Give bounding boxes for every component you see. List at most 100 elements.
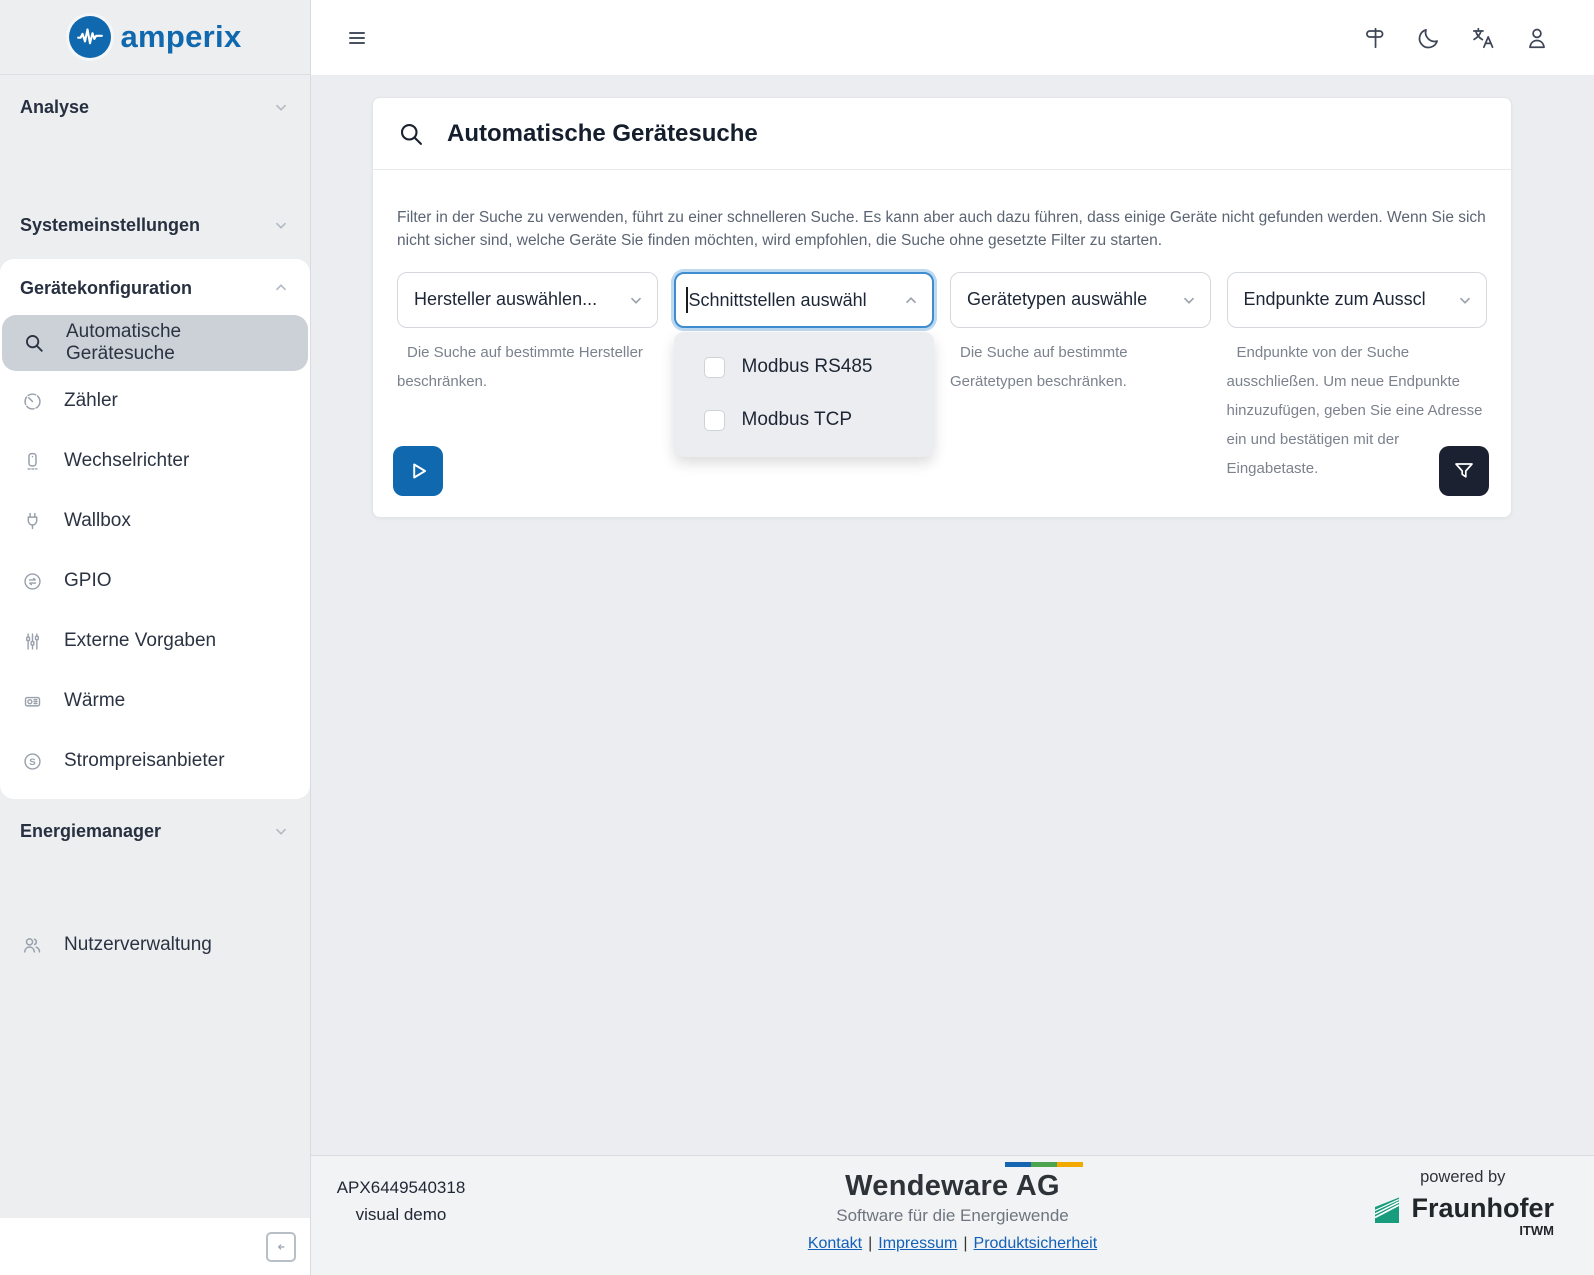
user-account-icon[interactable]: [1524, 25, 1550, 51]
text-cursor: [686, 287, 688, 313]
endpunkte-select[interactable]: Endpunkte zum Ausscl: [1227, 272, 1488, 328]
amperix-logo-icon: [69, 16, 111, 58]
chevron-down-icon: [627, 291, 645, 309]
modbus-tcp-checkbox[interactable]: [704, 410, 725, 431]
filter-settings-button[interactable]: [1439, 446, 1489, 496]
section-label: Analyse: [20, 97, 89, 118]
fraunhofer-logo-icon: [1371, 1194, 1403, 1226]
dark-mode-moon-icon[interactable]: [1416, 25, 1442, 51]
section-label: Energiemanager: [20, 821, 161, 842]
sidebar-item-label: GPIO: [64, 570, 112, 592]
device-mode: visual demo: [331, 1205, 471, 1225]
chevron-up-icon: [902, 291, 920, 309]
link-separator: |: [963, 1235, 967, 1252]
gpio-icon: [20, 569, 44, 593]
select-value: Endpunkte zum Ausscl: [1244, 289, 1426, 310]
chevron-down-icon: [272, 98, 290, 116]
sidebar-section-energiemanager[interactable]: Energiemanager: [0, 809, 310, 853]
svg-text:S: S: [29, 757, 36, 768]
users-icon: [20, 933, 44, 957]
sidebar-item-wechselrichter[interactable]: Wechselrichter: [0, 431, 310, 491]
modbus-rs485-checkbox[interactable]: [704, 357, 725, 378]
sidebar-item-wallbox[interactable]: Wallbox: [0, 491, 310, 551]
company-tagline: Software für die Energiewende: [803, 1206, 1103, 1226]
fraunhofer-logo: Fraunhofer ITWM: [1371, 1194, 1554, 1238]
powered-by-block: powered by Fraunhofer ITWM: [1371, 1168, 1554, 1238]
device-search-card: Automatische Gerätesuche Filter in der S…: [372, 97, 1512, 518]
option-modbus-rs485[interactable]: Modbus RS485: [674, 341, 935, 394]
sidebar-section-systemeinstellungen[interactable]: Systemeinstellungen: [0, 203, 310, 247]
sidebar-item-label: Zähler: [64, 390, 118, 412]
content-area: Automatische Gerätesuche Filter in der S…: [311, 75, 1594, 1155]
translate-icon[interactable]: [1470, 25, 1496, 51]
page-title: Automatische Gerätesuche: [447, 120, 758, 148]
sidebar-section-analyse[interactable]: Analyse: [0, 85, 310, 129]
sidebar-section-geraetekonfiguration[interactable]: Gerätekonfiguration: [0, 259, 310, 309]
option-label: Modbus TCP: [742, 409, 853, 431]
option-label: Modbus RS485: [742, 356, 873, 378]
sliders-icon: [20, 629, 44, 653]
partner-sub: ITWM: [1519, 1223, 1554, 1238]
logo-text: amperix: [121, 19, 242, 55]
topbar-icons: [1362, 25, 1550, 51]
company-block: Wendeware AG Software für die Energiewen…: [803, 1162, 1103, 1253]
sidebar-item-label: Nutzerverwaltung: [64, 934, 212, 956]
card-body: Filter in der Suche zu verwenden, führt …: [373, 170, 1511, 483]
collapse-sidebar-button[interactable]: [266, 1232, 296, 1262]
chevron-down-icon: [272, 216, 290, 234]
hersteller-select[interactable]: Hersteller auswählen...: [397, 272, 658, 328]
hamburger-menu-icon[interactable]: [345, 26, 369, 50]
sidebar-item-waerme[interactable]: Wärme: [0, 671, 310, 731]
chevron-down-icon: [1180, 291, 1198, 309]
link-impressum[interactable]: Impressum: [878, 1235, 957, 1252]
geraetetypen-select[interactable]: Gerätetypen auswähle: [950, 272, 1211, 328]
sidebar-item-externe-vorgaben[interactable]: Externe Vorgaben: [0, 611, 310, 671]
sidebar-item-label: Wallbox: [64, 510, 131, 532]
sidebar-item-strompreisanbieter[interactable]: S Strompreisanbieter: [0, 731, 310, 791]
schnittstellen-dropdown-panel: Modbus RS485 Modbus TCP: [674, 332, 935, 457]
plug-icon: [20, 509, 44, 533]
brand-color-bar: [1005, 1162, 1083, 1167]
sidebar-item-gpio[interactable]: GPIO: [0, 551, 310, 611]
powered-by-label: powered by: [1371, 1168, 1554, 1187]
sidebar-item-label: Automatische Gerätesuche: [66, 321, 294, 365]
chevron-down-icon: [1456, 291, 1474, 309]
device-info: APX6449540318 visual demo: [331, 1178, 471, 1225]
chevron-down-icon: [272, 822, 290, 840]
price-icon: S: [20, 749, 44, 773]
section-label: Systemeinstellungen: [20, 215, 200, 236]
select-value: Gerätetypen auswähle: [967, 289, 1147, 310]
partner-name: Fraunhofer: [1411, 1194, 1554, 1222]
topbar: [311, 0, 1594, 75]
sidebar-item-automatische-geraetesuche[interactable]: Automatische Gerätesuche: [2, 315, 308, 371]
signpost-icon[interactable]: [1362, 25, 1388, 51]
link-separator: |: [868, 1235, 872, 1252]
schnittstellen-select[interactable]: Schnittstellen auswähl: [674, 272, 935, 328]
inverter-icon: [20, 449, 44, 473]
start-search-button[interactable]: [393, 446, 443, 496]
sidebar-item-label: Wechselrichter: [64, 450, 189, 472]
link-kontakt[interactable]: Kontakt: [808, 1235, 862, 1252]
sidebar-item-zaehler[interactable]: Zähler: [0, 371, 310, 431]
sidebar-expanded-panel: Gerätekonfiguration Automatische Gerätes…: [0, 259, 310, 799]
search-icon: [22, 331, 46, 355]
section-label: Gerätekonfiguration: [20, 278, 192, 299]
footer-links: Kontakt | Impressum | Produktsicherheit: [803, 1235, 1103, 1253]
logo[interactable]: amperix: [0, 0, 310, 75]
sidebar-footer: [0, 1218, 310, 1275]
link-produktsicherheit[interactable]: Produktsicherheit: [974, 1235, 1098, 1252]
chevron-up-icon: [272, 279, 290, 297]
sidebar: amperix Analyse Systemeinstellungen Gerä…: [0, 0, 311, 1275]
card-header: Automatische Gerätesuche: [373, 98, 1511, 170]
footer: APX6449540318 visual demo Wendeware AG S…: [311, 1155, 1594, 1275]
option-modbus-tcp[interactable]: Modbus TCP: [674, 394, 935, 447]
select-value: Hersteller auswählen...: [414, 289, 597, 310]
filter-geraetetypen: Gerätetypen auswähle Die Suche auf besti…: [950, 272, 1211, 483]
helper-text: Die Suche auf bestimmte Hersteller besch…: [397, 338, 658, 396]
sidebar-item-nutzerverwaltung[interactable]: Nutzerverwaltung: [0, 915, 310, 975]
search-icon: [397, 120, 425, 148]
heater-icon: [20, 689, 44, 713]
select-value: Schnittstellen auswähl: [686, 287, 867, 313]
meter-icon: [20, 389, 44, 413]
sidebar-item-label: Strompreisanbieter: [64, 750, 225, 772]
